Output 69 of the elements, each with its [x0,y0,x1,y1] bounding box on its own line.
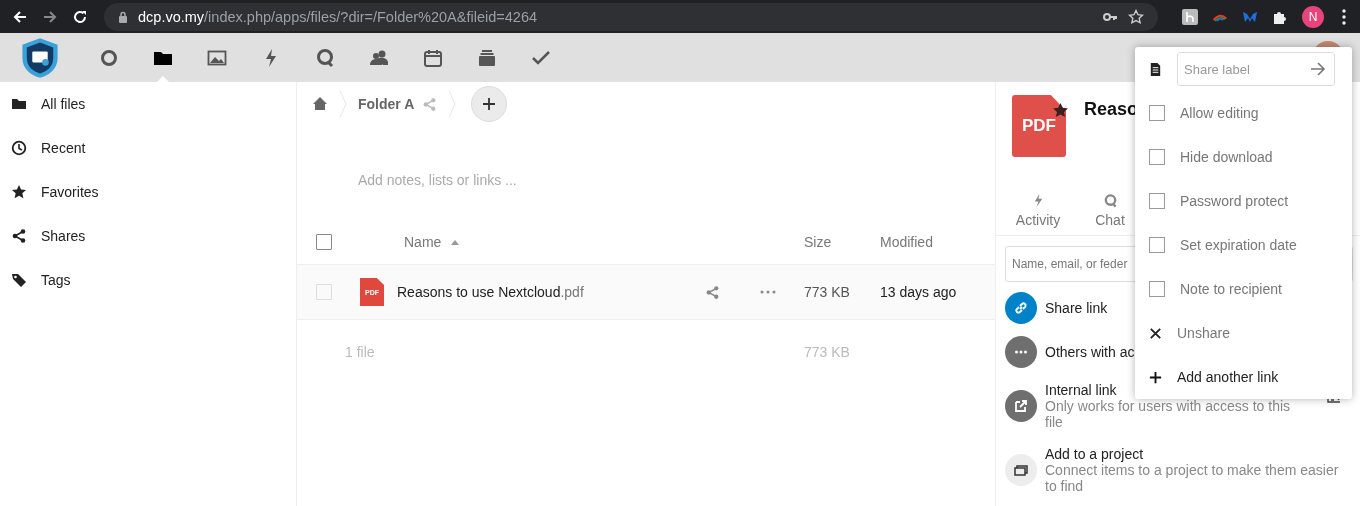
sidebar-item[interactable]: All files [0,82,296,126]
close-icon [1148,325,1163,341]
sidebar-item[interactable]: Shares [0,214,296,258]
tag-icon [11,272,27,288]
sidebar-tab[interactable]: Activity [1002,185,1074,235]
column-header[interactable]: Size [804,234,880,250]
sidebar-item[interactable]: Tags [0,258,296,302]
select-all-checkbox[interactable] [316,234,332,250]
checkbox[interactable] [1149,149,1165,165]
breadcrumb-folder[interactable]: Folder A [358,96,415,112]
share-entry-description: Only works for users with access to this file [1045,398,1292,430]
address-bar[interactable]: dcp.vo.my/index.php/apps/files/?dir=/Folder%20A&fileid=4264 [104,2,1158,31]
clock-icon [11,140,27,156]
internal-avatar-icon [1005,390,1037,422]
submit-arrow-icon[interactable] [1310,61,1326,77]
share-icon [11,228,27,244]
breadcrumb-separator-icon [447,89,458,119]
home-icon[interactable] [312,96,328,112]
checkbox[interactable] [1149,105,1165,121]
plus-icon [1148,369,1163,385]
menu-icon[interactable] [1342,8,1346,25]
total-size: 773 KB [804,344,851,360]
share-entry-title: Internal link [1045,382,1117,398]
others-avatar-icon [1005,336,1037,368]
menu-item[interactable]: Unshare [1135,311,1352,355]
row-checkbox[interactable] [316,284,332,300]
forward-icon[interactable] [42,8,58,25]
share-entry-title: Others with ac [1045,344,1135,360]
lock-icon [118,10,128,23]
share-label-field[interactable]: Share label [1177,52,1335,86]
menu-item[interactable]: Hide download [1135,135,1352,179]
url-text: dcp.vo.my/index.php/apps/files/?dir=/Folder%20A&fileid=4264 [138,8,537,25]
file-modified: 13 days ago [880,284,958,300]
star-icon [11,184,27,200]
column-header[interactable]: Modified [880,234,995,250]
notes-field[interactable]: Add notes, lists or links ... [358,172,995,192]
more-icon[interactable] [760,290,776,294]
share-icon[interactable] [705,284,720,300]
chat-icon [1102,193,1118,208]
link-avatar-icon [1005,292,1037,324]
menu-item[interactable]: Add another link [1135,355,1352,399]
calendar-icon [423,47,443,68]
extension-icon[interactable] [1182,8,1198,25]
folder-icon [11,96,27,112]
new-button[interactable] [471,86,508,122]
checkbox[interactable] [1149,281,1165,297]
plus-icon [482,97,497,111]
sidebar-item[interactable]: Favorites [0,170,296,214]
document-icon [1148,61,1163,77]
checkbox[interactable] [1149,237,1165,253]
menu-item[interactable]: Note to recipient [1135,267,1352,311]
file-count: 1 file [345,344,375,360]
file-name[interactable]: Reasons to use Nextcloud.pdf [397,284,705,300]
reload-icon[interactable] [72,8,88,25]
star-icon[interactable] [1128,8,1144,25]
share-entry-title: Share link [1045,300,1108,316]
share-entry-description: Connect items to a project to make them easier to find [1045,462,1340,494]
checkbox[interactable] [1149,193,1165,209]
sidebar-item[interactable]: Recent [0,126,296,170]
file-size: 773 KB [804,284,851,300]
column-header[interactable]: Name [404,234,460,250]
back-icon[interactable] [12,8,28,25]
share-entry-title: Add to a project [1045,446,1144,462]
breadcrumb-separator-icon [338,89,348,119]
favorite-star-icon[interactable] [1052,102,1069,119]
file-type-label: PDF [1022,116,1056,136]
profile-avatar[interactable]: N [1302,5,1324,28]
share-label-placeholder: Share label [1184,61,1250,77]
project-avatar-icon [1005,454,1037,486]
